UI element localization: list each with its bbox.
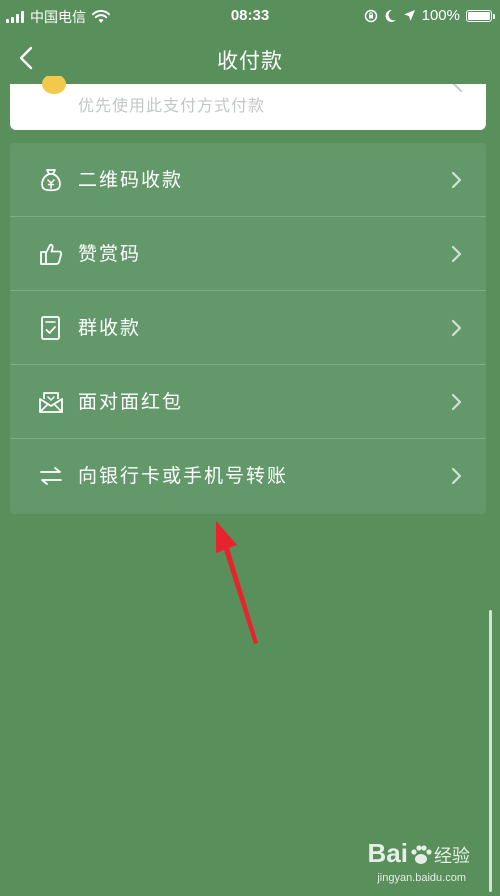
rotation-lock-icon bbox=[364, 9, 377, 22]
watermark: Bai 经验 jingyan.baidu.com bbox=[320, 838, 480, 888]
battery-percent: 100% bbox=[421, 7, 460, 24]
coin-icon bbox=[42, 76, 66, 94]
chevron-right-icon bbox=[451, 319, 462, 337]
watermark-logo: Bai 经验 bbox=[368, 838, 470, 869]
payment-menu: 二维码收款 赞赏码 群收款 面对面红包 向银行卡或手机号转账 bbox=[10, 143, 486, 514]
menu-item-label: 赞赏码 bbox=[78, 243, 142, 265]
status-bar: 中国电信 08:33 100% bbox=[0, 0, 500, 32]
preferred-payment-card[interactable]: 优先使用此支付方式付款 bbox=[10, 76, 486, 130]
chevron-right-icon bbox=[451, 245, 462, 263]
watermark-url: jingyan.baidu.com bbox=[377, 872, 466, 884]
battery-fill bbox=[468, 11, 490, 20]
menu-item-bank-transfer[interactable]: 向银行卡或手机号转账 bbox=[10, 439, 486, 513]
menu-item-label: 面对面红包 bbox=[78, 391, 184, 413]
menu-item-red-packet[interactable]: 面对面红包 bbox=[10, 365, 486, 439]
transfer-icon bbox=[40, 467, 62, 485]
moon-icon bbox=[385, 9, 396, 22]
status-right: 100% bbox=[364, 7, 495, 24]
money-bag-icon bbox=[41, 169, 61, 192]
menu-item-appreciation-code[interactable]: 赞赏码 bbox=[10, 217, 486, 291]
battery-icon bbox=[466, 9, 495, 22]
menu-item-label: 向银行卡或手机号转账 bbox=[78, 465, 289, 487]
nav-bar: 收付款 bbox=[0, 32, 500, 84]
watermark-brand-cn: 经验 bbox=[434, 846, 470, 868]
menu-item-qr-collect[interactable]: 二维码收款 bbox=[10, 143, 486, 217]
annotation-arrow bbox=[216, 521, 258, 644]
watermark-brand: Bai bbox=[367, 838, 408, 868]
chevron-right-icon bbox=[453, 84, 462, 92]
chevron-right-icon bbox=[451, 171, 462, 189]
thumbs-up-icon bbox=[40, 243, 63, 265]
paw-icon bbox=[411, 845, 432, 865]
menu-item-label: 群收款 bbox=[78, 317, 142, 339]
preferred-payment-text: 优先使用此支付方式付款 bbox=[78, 96, 266, 115]
group-collect-icon bbox=[41, 316, 60, 340]
page-title: 收付款 bbox=[217, 49, 283, 73]
chevron-right-icon bbox=[451, 393, 462, 411]
location-icon bbox=[403, 10, 415, 21]
scrollbar[interactable] bbox=[489, 610, 492, 892]
chevron-right-icon bbox=[451, 467, 462, 485]
menu-item-group-collect[interactable]: 群收款 bbox=[10, 291, 486, 365]
red-packet-icon bbox=[39, 392, 63, 413]
menu-item-label: 二维码收款 bbox=[78, 169, 184, 191]
